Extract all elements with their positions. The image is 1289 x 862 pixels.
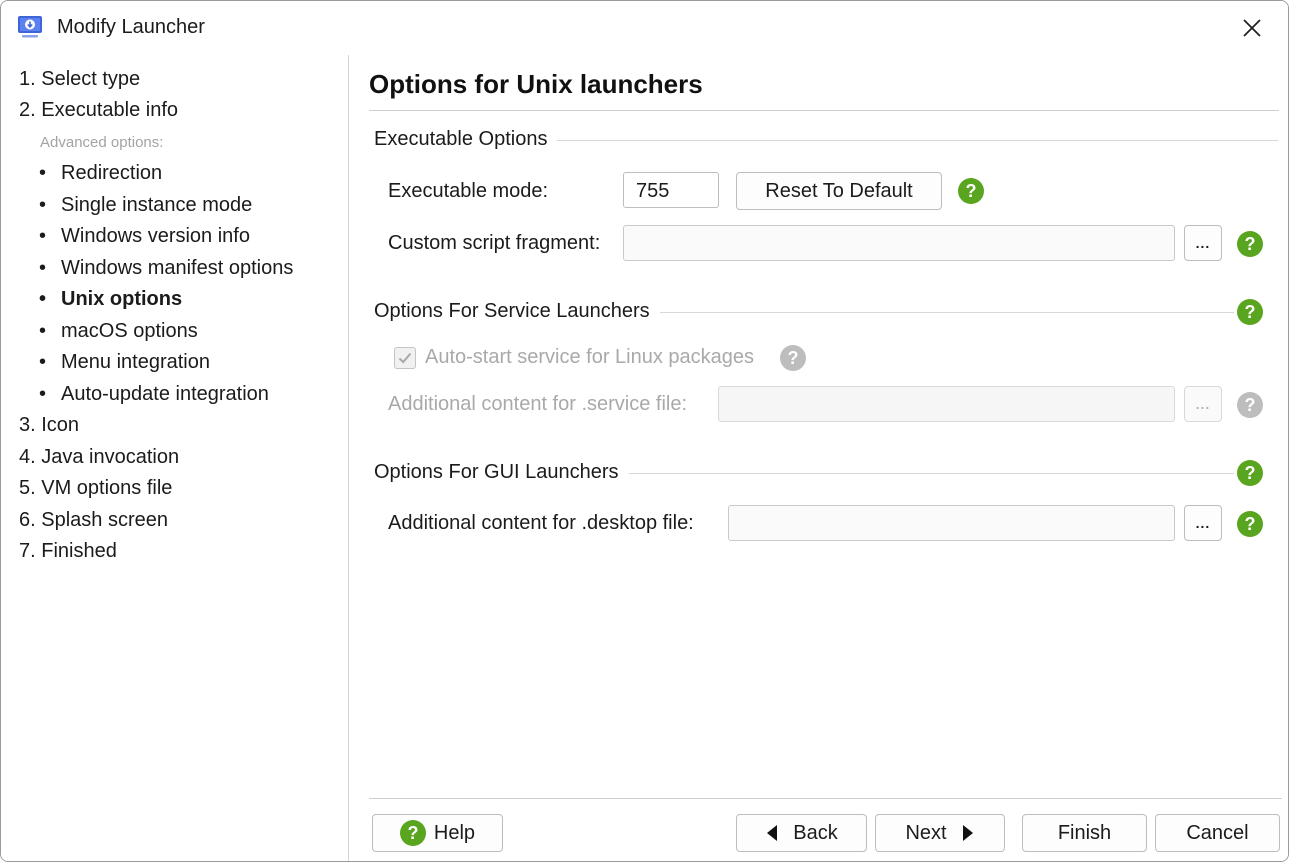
step-executable-info[interactable]: 2. Executable info <box>19 99 178 122</box>
executable-mode-label: Executable mode: <box>388 180 549 202</box>
reset-to-default-button[interactable]: Reset To Default <box>736 172 942 210</box>
step-icon[interactable]: 3. Icon <box>19 414 79 437</box>
modify-launcher-dialog: Modify Launcher 1. Select type 2. Execut… <box>0 0 1289 862</box>
help-icon[interactable]: ? <box>1237 231 1263 257</box>
title-divider <box>369 110 1279 111</box>
service-file-label: Additional content for .service file: <box>388 393 688 415</box>
desktop-file-input[interactable] <box>728 505 1175 541</box>
browse-desktop-file-button[interactable]: ... <box>1184 505 1222 541</box>
cancel-button[interactable]: Cancel <box>1155 814 1280 852</box>
sidebar-item-auto-update-integration[interactable]: • Auto-update integration <box>39 383 269 406</box>
help-icon[interactable]: ? <box>1237 460 1263 486</box>
svg-text:?: ? <box>1245 514 1256 534</box>
autostart-checkbox[interactable] <box>394 347 416 369</box>
sidebar-item-redirection[interactable]: • Redirection <box>39 162 162 185</box>
desktop-file-label: Additional content for .desktop file: <box>388 512 694 534</box>
help-icon: ? <box>1237 392 1263 418</box>
help-button[interactable]: ? Help <box>372 814 503 852</box>
svg-text:?: ? <box>1245 302 1256 322</box>
svg-text:?: ? <box>407 823 418 843</box>
sidebar-item-single-instance-mode[interactable]: • Single instance mode <box>39 194 252 217</box>
help-icon: ? <box>399 820 426 846</box>
finish-button[interactable]: Finish <box>1022 814 1147 852</box>
service-file-input <box>718 386 1175 422</box>
section-executable-options: Executable Options <box>374 128 558 151</box>
custom-script-fragment-input[interactable] <box>623 225 1175 261</box>
back-button[interactable]: Back <box>736 814 867 852</box>
triangle-right-icon <box>962 825 973 841</box>
step-select-type[interactable]: 1. Select type <box>19 68 140 91</box>
footer-divider <box>369 798 1282 799</box>
browse-service-file-button: ... <box>1184 386 1222 422</box>
autostart-label: Auto-start service for Linux packages <box>425 346 755 368</box>
help-icon[interactable]: ? <box>958 178 984 204</box>
triangle-left-icon <box>767 825 778 841</box>
step-sidebar: 1. Select type 2. Executable info Advanc… <box>1 55 349 861</box>
step-splash-screen[interactable]: 6. Splash screen <box>19 509 168 532</box>
app-monitor-icon <box>18 16 42 38</box>
page-title: Options for Unix launchers <box>369 69 703 99</box>
sidebar-item-unix-options[interactable]: • Unix options <box>39 288 182 311</box>
close-button[interactable] <box>1230 11 1274 45</box>
browse-script-button[interactable]: ... <box>1184 225 1222 261</box>
advanced-options-label: Advanced options: <box>40 134 164 151</box>
help-icon: ? <box>780 345 806 371</box>
svg-text:?: ? <box>1245 463 1256 483</box>
section-gui-launchers: Options For GUI Launchers <box>374 461 629 484</box>
next-button[interactable]: Next <box>875 814 1005 852</box>
sidebar-item-windows-manifest-options[interactable]: • Windows manifest options <box>39 257 293 280</box>
svg-text:?: ? <box>788 348 799 368</box>
step-java-invocation[interactable]: 4. Java invocation <box>19 446 179 469</box>
executable-mode-input[interactable]: 755 <box>623 172 719 208</box>
checkmark-icon <box>398 352 412 364</box>
help-icon[interactable]: ? <box>1237 299 1263 325</box>
window-title: Modify Launcher <box>57 16 205 38</box>
close-icon <box>1243 19 1261 37</box>
sidebar-item-windows-version-info[interactable]: • Windows version info <box>39 225 250 248</box>
help-icon[interactable]: ? <box>1237 511 1263 537</box>
custom-script-fragment-label: Custom script fragment: <box>388 232 601 254</box>
svg-text:?: ? <box>1245 234 1256 254</box>
section-service-launchers: Options For Service Launchers <box>374 300 660 323</box>
sidebar-item-menu-integration[interactable]: • Menu integration <box>39 351 210 374</box>
svg-text:?: ? <box>1245 395 1256 415</box>
step-vm-options-file[interactable]: 5. VM options file <box>19 477 172 500</box>
step-finished[interactable]: 7. Finished <box>19 540 117 563</box>
sidebar-item-macos-options[interactable]: • macOS options <box>39 320 198 343</box>
options-panel: Options for Unix launchers Executable Op… <box>349 55 1288 861</box>
title-bar: Modify Launcher <box>1 1 1288 55</box>
svg-text:?: ? <box>966 181 977 201</box>
